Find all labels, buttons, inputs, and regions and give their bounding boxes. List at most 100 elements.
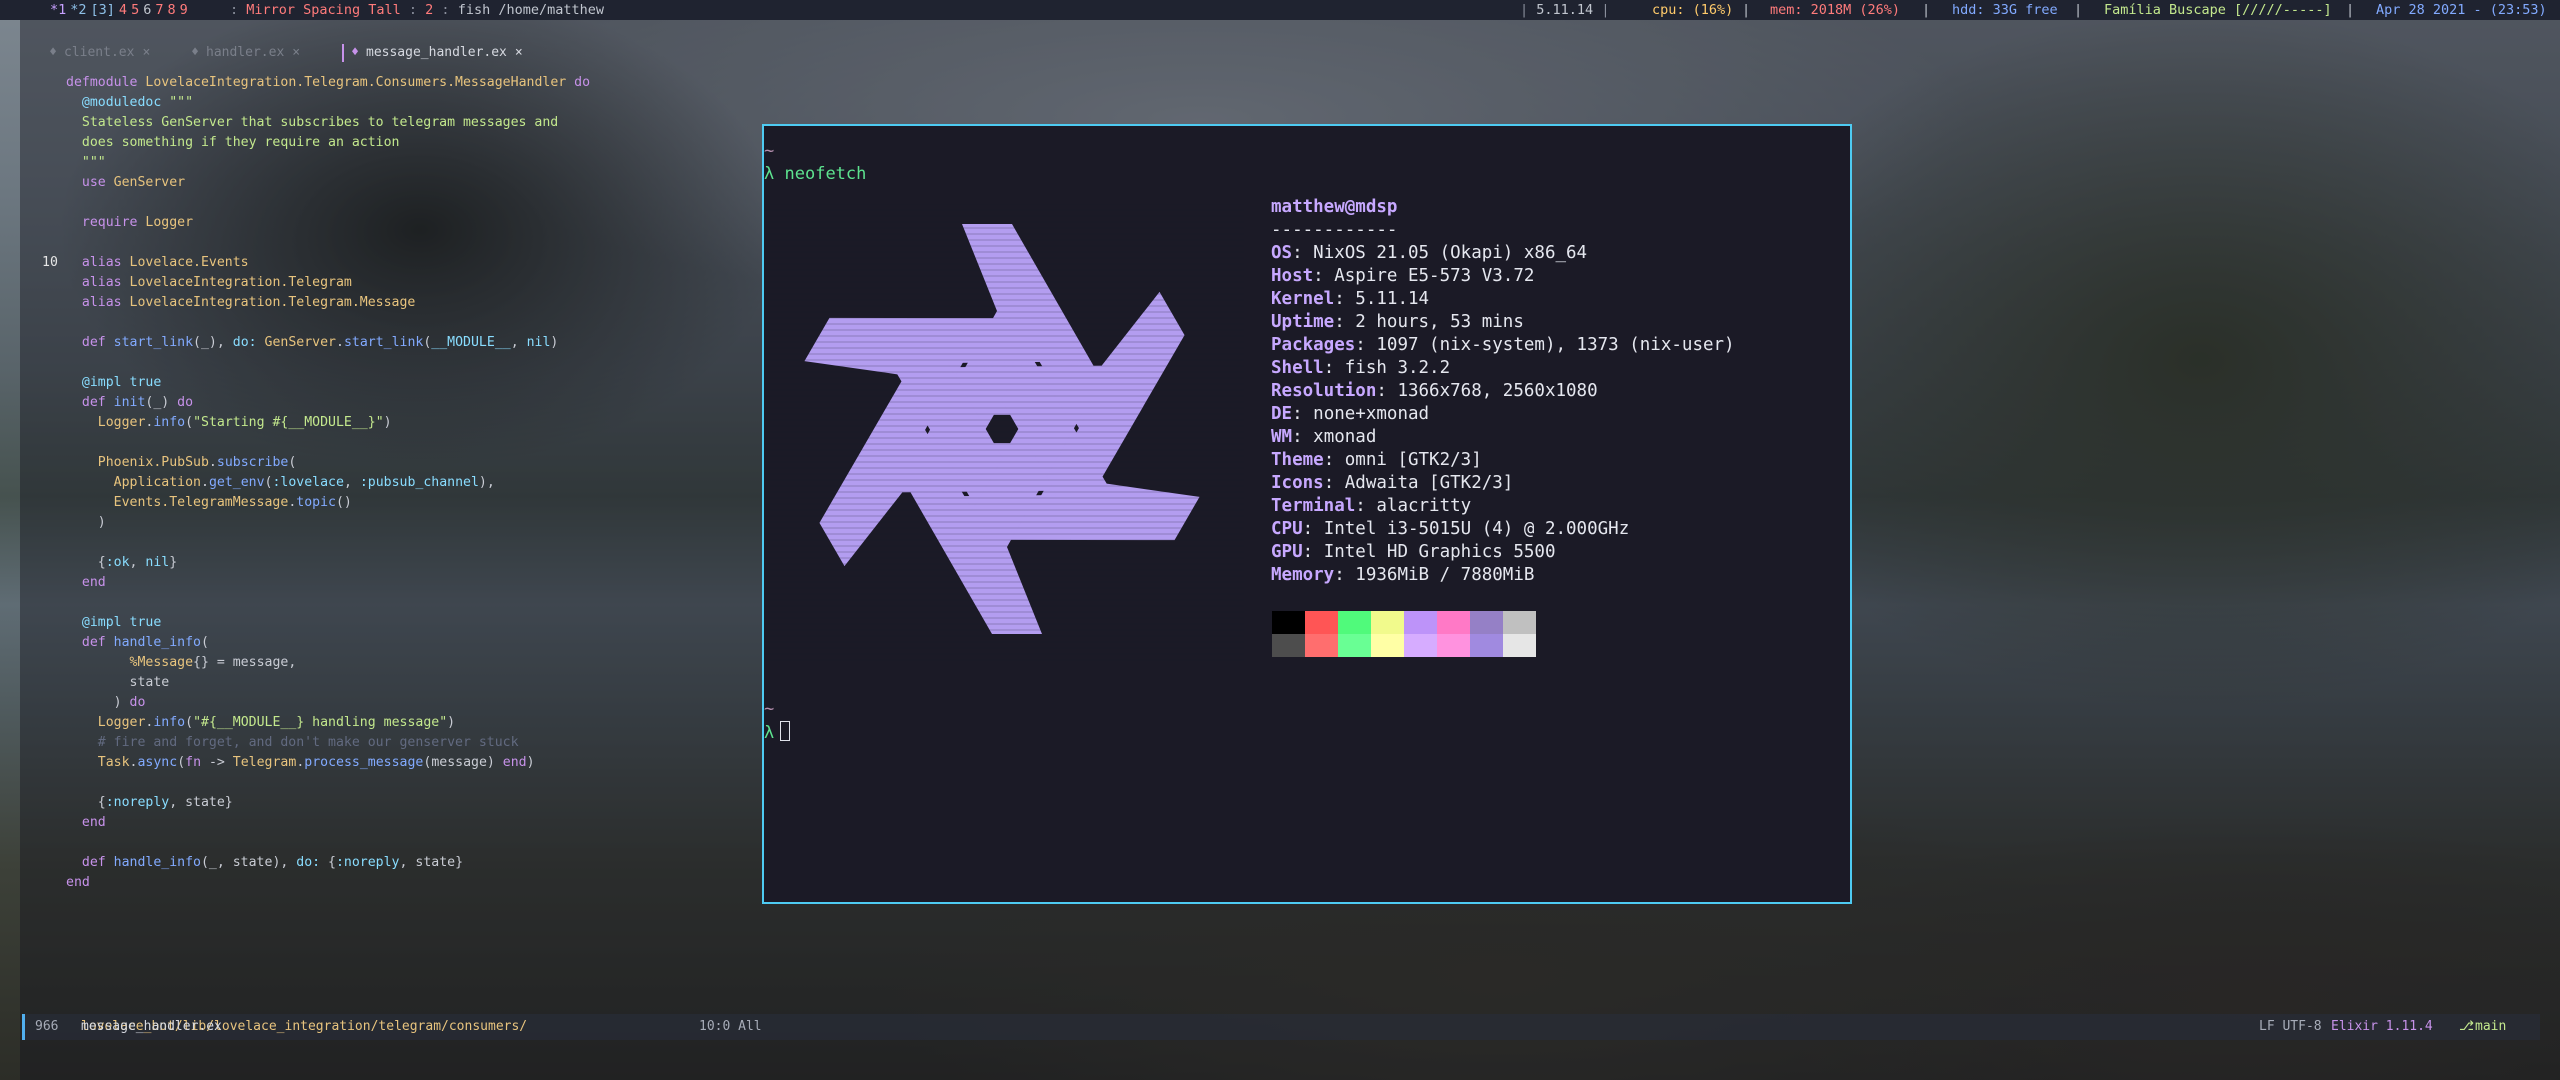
code-text: """ xyxy=(66,155,106,170)
prompt-symbol-2: λ xyxy=(764,723,775,743)
nixos-logo xyxy=(764,204,1244,661)
workspace-7[interactable]: 7 xyxy=(155,2,167,18)
code-text: def start_link(_), do: GenServer.start_l… xyxy=(66,335,559,350)
code-text: def handle_info( xyxy=(66,635,209,650)
color-swatch xyxy=(1272,634,1305,657)
code-text: Logger.info("Starting #{__MODULE__}") xyxy=(66,415,392,430)
layout-name: : Mirror Spacing Tall : 2 : fish /home/m… xyxy=(230,2,605,18)
info-row-de: DE: none+xmonad xyxy=(1271,404,1430,424)
color-swatch xyxy=(1371,611,1404,634)
hdd-free: hdd: 33G free xyxy=(1952,2,2058,18)
encoding: LF UTF-8 xyxy=(2259,1019,2322,1034)
workspace-4[interactable]: 4 xyxy=(119,2,131,18)
color-swatch xyxy=(1305,611,1338,634)
code-text: Phoenix.PubSub.subscribe( xyxy=(66,455,297,470)
workspace-list: *1 *2 [3] 4 5 6 7 8 9 xyxy=(50,0,192,20)
music-player[interactable]: Família Buscape [/////-----] xyxy=(2104,0,2332,20)
close-icon[interactable]: × xyxy=(507,45,523,60)
workspace-9[interactable]: 9 xyxy=(180,2,192,18)
info-row-theme: Theme: omni [GTK2/3] xyxy=(1271,450,1482,470)
system-info: matthew@mdsp ------------ OS: NixOS 21.05 … xyxy=(1271,196,1735,587)
info-row-resolution: Resolution: 1366x768, 2560x1080 xyxy=(1271,381,1598,401)
prompt-symbol: λ xyxy=(764,164,775,184)
tab-message-handler[interactable]: ♦ message_handler.ex × xyxy=(342,44,523,62)
code-text: Stateless GenServer that subscribes to t… xyxy=(66,115,559,130)
code-text: ) xyxy=(66,515,106,530)
code-text: end xyxy=(66,875,90,890)
code-text: @moduledoc """ xyxy=(66,95,194,110)
info-row-icons: Icons: Adwaita [GTK2/3] xyxy=(1271,473,1514,493)
code-text: defmodule LovelaceIntegration.Telegram.C… xyxy=(66,75,591,90)
close-icon[interactable]: × xyxy=(284,45,300,60)
sep-hdd: | xyxy=(2074,2,2083,18)
tab-client[interactable]: ♦ client.ex × xyxy=(42,44,150,62)
color-swatch xyxy=(1437,611,1470,634)
git-branch[interactable]: main xyxy=(2475,1014,2506,1040)
info-row-terminal: Terminal: alacritty xyxy=(1271,496,1472,516)
tab-handler[interactable]: ♦ handler.ex × xyxy=(184,44,300,62)
color-swatch xyxy=(1338,611,1371,634)
info-row-uptime: Uptime: 2 hours, 53 mins xyxy=(1271,312,1524,332)
info-row-shell: Shell: fish 3.2.2 xyxy=(1271,358,1451,378)
separator-rule: ------------ xyxy=(1271,220,1398,240)
workspace-2[interactable]: *2 xyxy=(70,2,90,18)
code-text: %Message{} = message, xyxy=(66,655,297,670)
code-text: use GenServer xyxy=(66,175,186,190)
info-row-os: OS: NixOS 21.05 (Okapi) x86_64 xyxy=(1271,243,1588,263)
workspace-5[interactable]: 5 xyxy=(131,2,143,18)
color-swatch xyxy=(1404,634,1437,657)
kernel-version: | 5.11.14 | xyxy=(1520,2,1610,18)
elixir-file-icon: ♦ xyxy=(351,45,359,60)
cpu-usage: cpu: (16%) xyxy=(1652,2,1734,18)
workspace-1[interactable]: *1 xyxy=(50,2,70,18)
color-palette xyxy=(1272,611,1536,657)
color-swatch xyxy=(1371,634,1404,657)
code-text: # fire and forget, and don't make our ge… xyxy=(66,735,519,750)
color-swatch xyxy=(1305,634,1338,657)
info-row-gpu: GPU: Intel HD Graphics 5500 xyxy=(1271,542,1556,562)
text-cursor xyxy=(780,721,791,741)
cursor-position: 10:0 All xyxy=(699,1019,762,1034)
window-title: fish /home/matthew xyxy=(457,2,605,18)
elixir-file-icon: ♦ xyxy=(191,45,199,60)
code-text: alias LovelaceIntegration.Telegram xyxy=(66,275,352,290)
workspace-3[interactable]: [3] xyxy=(91,2,119,18)
sep-mem: | xyxy=(1922,2,1931,18)
info-row-memory: Memory: 1936MiB / 7880MiB xyxy=(1271,565,1535,585)
elixir-file-icon: ♦ xyxy=(49,45,57,60)
workspace-6[interactable]: 6 xyxy=(143,2,155,18)
code-text: @impl true xyxy=(66,615,162,630)
terminal-window[interactable]: ~ λ neofetch matthew@mdsp ------------ OS:… xyxy=(762,124,1852,904)
code-text: require Logger xyxy=(66,215,194,230)
clock: Apr 28 2021 - (23:53) xyxy=(2376,2,2547,18)
command-text: neofetch xyxy=(784,164,867,184)
sep-music: | xyxy=(2346,2,2355,18)
git-branch-icon: ⎇ xyxy=(2459,1019,2474,1034)
code-text: Logger.info("#{__MODULE__} handling mess… xyxy=(66,715,456,730)
color-swatch xyxy=(1404,611,1437,634)
mode-line: 966 lovelace_bot/lib/lovelace_integratio… xyxy=(22,1014,2540,1040)
code-text: does something if they require an action xyxy=(66,135,400,150)
info-row-cpu: CPU: Intel i3-5015U (4) @ 2.000GHz xyxy=(1271,519,1630,539)
major-mode: Elixir 1.11.4 xyxy=(2331,1019,2433,1034)
status-bar: *1 *2 [3] 4 5 6 7 8 9 : Mirror Spacing Tall : 2 … xyxy=(0,0,2560,20)
info-row-kernel: Kernel: 5.11.14 xyxy=(1271,289,1430,309)
user-host: matthew@mdsp xyxy=(1271,197,1398,217)
mem-usage: mem: 2018M (26%) xyxy=(1770,2,1901,18)
color-swatch xyxy=(1503,611,1536,634)
terminal-prompt-line[interactable]: ~ λ xyxy=(764,698,791,745)
code-text: def init(_) do xyxy=(66,395,194,410)
code-text: def handle_info(_, state), do: {:noreply… xyxy=(66,855,464,870)
color-swatch xyxy=(1470,611,1503,634)
close-icon[interactable]: × xyxy=(134,45,150,60)
color-swatch xyxy=(1338,634,1371,657)
color-swatch xyxy=(1437,634,1470,657)
workspace-8[interactable]: 8 xyxy=(167,2,179,18)
code-text: {:ok, nil} xyxy=(66,555,178,570)
code-text: @impl true xyxy=(66,375,162,390)
sep-cpu: | xyxy=(1742,2,1751,18)
color-swatch xyxy=(1503,634,1536,657)
code-text: Task.async(fn -> Telegram.process_messag… xyxy=(66,755,535,770)
code-text: ) do xyxy=(66,695,146,710)
code-text: alias Lovelace.Events xyxy=(66,255,249,270)
